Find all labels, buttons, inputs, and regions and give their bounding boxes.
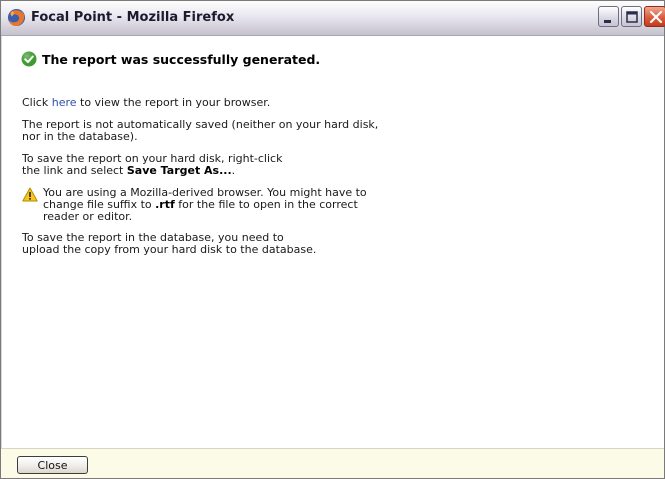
maximize-icon	[626, 11, 638, 23]
warning-triangle-icon	[22, 187, 38, 202]
check-circle-icon	[21, 51, 37, 67]
dialog-footer: Close	[1, 448, 664, 478]
mozilla-warning-line-3: reader or editor.	[43, 210, 133, 223]
browser-window: Focal Point - Mozilla Firefox The report…	[0, 0, 665, 479]
report-message-panel: The report was successfully generated. C…	[1, 36, 664, 448]
database-hint-line-2: upload the copy from your hard disk to t…	[22, 243, 317, 256]
view-report-line: Click here to view the report in your br…	[22, 96, 271, 109]
rtf-suffix-text: .rtf	[155, 198, 175, 211]
close-window-button[interactable]	[644, 6, 665, 27]
title-bar[interactable]: Focal Point - Mozilla Firefox	[1, 1, 665, 36]
save-hint-line-2: the link and select Save Target As....	[22, 164, 236, 177]
success-heading-text: The report was successfully generated.	[42, 52, 321, 67]
window-title: Focal Point - Mozilla Firefox	[31, 10, 235, 25]
maximize-button[interactable]	[621, 6, 642, 27]
close-icon	[649, 10, 663, 24]
view-report-link[interactable]: here	[52, 96, 77, 109]
firefox-icon	[7, 8, 26, 27]
save-target-as-text: Save Target As...	[126, 164, 232, 177]
close-button[interactable]: Close	[17, 456, 88, 474]
not-saved-line-2: nor in the database).	[22, 130, 138, 143]
minimize-icon	[604, 20, 611, 23]
minimize-button[interactable]	[598, 6, 619, 27]
